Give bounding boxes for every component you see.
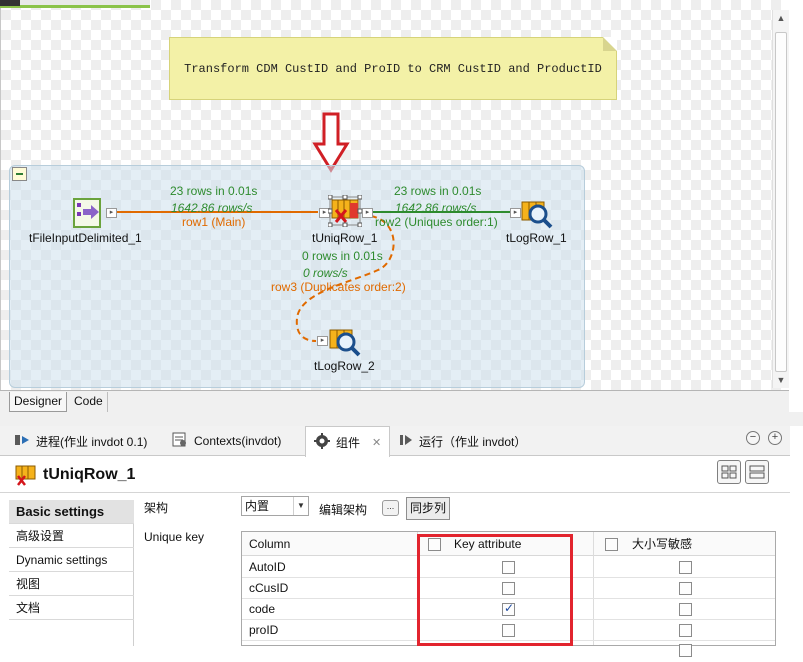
file-input-component-icon[interactable] bbox=[73, 198, 105, 228]
tab-run[interactable]: 运行（作业 invdot） bbox=[399, 426, 526, 456]
menu-dynamic-settings[interactable]: Dynamic settings bbox=[9, 548, 134, 572]
row1-link-label[interactable]: row1 (Main) bbox=[182, 215, 245, 229]
component-icon bbox=[314, 432, 330, 452]
menu-view[interactable]: 视图 bbox=[9, 572, 134, 596]
column-header-column[interactable]: Column bbox=[249, 532, 290, 556]
edit-schema-label: 编辑架构 bbox=[319, 503, 368, 517]
tab-label: 运行（作业 invdot） bbox=[419, 434, 527, 449]
edit-schema-button[interactable]: ... bbox=[382, 500, 399, 516]
schema-select-value: 内置 bbox=[245, 499, 270, 513]
component-label: tLogRow_1 bbox=[506, 231, 567, 245]
menu-documentation[interactable]: 文档 bbox=[9, 596, 134, 620]
uniqrow-component-icon[interactable] bbox=[327, 194, 363, 228]
output-connector-icon[interactable]: ▸ bbox=[106, 208, 117, 218]
component-label: tFileInputDelimited_1 bbox=[29, 231, 142, 245]
list-layout-icon[interactable] bbox=[745, 460, 769, 484]
row3-link-label[interactable]: row3 (Duplicates order:2) bbox=[271, 280, 406, 294]
unique-key-label: Unique key bbox=[144, 530, 205, 544]
tab-code[interactable]: Code bbox=[70, 392, 108, 412]
case-sensitive-checkbox[interactable] bbox=[679, 582, 692, 595]
column-name-cell: AutoID bbox=[249, 560, 286, 574]
column-header-case-sensitive[interactable]: 大小写敏感 bbox=[632, 532, 692, 556]
component-label: tUniqRow_1 bbox=[312, 231, 378, 245]
case-sensitive-checkbox[interactable] bbox=[679, 603, 692, 616]
schema-label: 架构 bbox=[144, 501, 169, 515]
tab-designer[interactable]: Designer bbox=[9, 392, 68, 412]
close-icon[interactable]: ✕ bbox=[372, 436, 381, 449]
maximize-view-icon[interactable]: + bbox=[768, 431, 782, 445]
tab-label: 组件 bbox=[336, 435, 361, 450]
input-connector-icon[interactable]: ▸ bbox=[317, 336, 328, 346]
component-title: tUniqRow_1 bbox=[43, 466, 136, 483]
row2-rate: 1642.86 rows/s bbox=[395, 201, 477, 215]
column-name-cell: cCusID bbox=[249, 581, 289, 595]
minimize-view-icon[interactable]: − bbox=[746, 431, 760, 445]
sync-columns-button[interactable]: 同步列 bbox=[406, 497, 450, 520]
tab-label: 进程(作业 invdot 0.1) bbox=[36, 434, 148, 449]
case-sensitive-checkbox[interactable] bbox=[679, 561, 692, 574]
row1-row-count: 23 rows in 0.01s bbox=[170, 184, 258, 198]
output-connector-icon[interactable]: ▸ bbox=[362, 208, 373, 218]
tab-contexts[interactable]: Contexts(invdot) bbox=[172, 426, 281, 456]
component-label: tLogRow_2 bbox=[314, 359, 375, 373]
menu-advanced-settings[interactable]: 高级设置 bbox=[9, 524, 134, 548]
row2-row-count: 23 rows in 0.01s bbox=[394, 184, 482, 198]
column-name-cell: proID bbox=[249, 623, 279, 637]
contexts-icon bbox=[172, 432, 188, 450]
input-connector-icon[interactable]: ▸ bbox=[510, 208, 521, 218]
run-icon bbox=[399, 433, 413, 450]
settings-menu: Basic settings 高级设置 Dynamic settings 视图 … bbox=[9, 500, 134, 646]
tab-process[interactable]: 进程(作业 invdot 0.1) bbox=[14, 426, 147, 456]
editor-tab-bar: Designer Code bbox=[0, 390, 789, 412]
row3-rate: 0 rows/s bbox=[303, 266, 348, 280]
tab-label: Contexts(invdot) bbox=[194, 434, 282, 448]
case-sensitive-checkbox[interactable] bbox=[679, 624, 692, 637]
column-name-cell: code bbox=[249, 602, 276, 616]
tab-component[interactable]: 组件 ✕ bbox=[305, 426, 391, 457]
panel-divider[interactable] bbox=[0, 412, 803, 426]
menu-basic-settings[interactable]: Basic settings bbox=[9, 500, 134, 524]
row2-link-label[interactable]: row2 (Uniques order:1) bbox=[375, 215, 498, 229]
case-sensitive-select-all-checkbox[interactable] bbox=[605, 538, 618, 551]
row1-rate: 1642.86 rows/s bbox=[171, 201, 253, 215]
chevron-down-icon: ▼ bbox=[293, 497, 308, 515]
table-layout-icon[interactable] bbox=[717, 460, 741, 484]
view-tab-bar: 进程(作业 invdot 0.1) Contexts(invdot) 组件 ✕ … bbox=[0, 426, 790, 457]
log-row-component-icon[interactable] bbox=[521, 199, 553, 229]
run-process-icon bbox=[14, 433, 30, 450]
uniqrow-component-small-icon bbox=[15, 464, 37, 486]
log-row-component-icon[interactable] bbox=[329, 327, 361, 357]
schema-select[interactable]: 内置 ▼ bbox=[241, 496, 309, 516]
row3-row-count: 0 rows in 0.01s bbox=[302, 249, 383, 263]
highlight-box bbox=[417, 534, 573, 646]
